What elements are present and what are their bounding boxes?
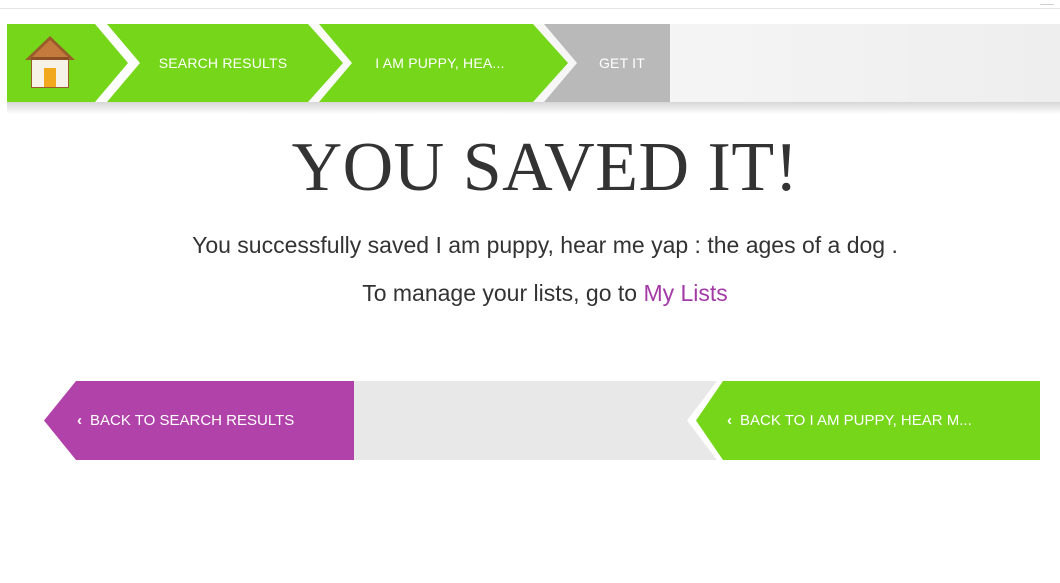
top-divider bbox=[0, 8, 1060, 9]
chevron-left-icon: ‹ bbox=[77, 412, 82, 429]
breadcrumb-shadow bbox=[7, 102, 1060, 114]
saved-message: You successfully saved I am puppy, hear … bbox=[192, 232, 898, 258]
back-to-item-label-wrap: ‹ BACK TO I AM PUPPY, HEAR M... bbox=[727, 381, 972, 460]
back-to-search-label: BACK TO SEARCH RESULTS bbox=[90, 412, 295, 429]
back-to-search-label-wrap: ‹ BACK TO SEARCH RESULTS bbox=[77, 381, 294, 460]
nav-strip bbox=[350, 381, 720, 460]
home-link[interactable] bbox=[7, 24, 107, 102]
manage-lists-text: To manage your lists, go to bbox=[362, 280, 644, 306]
scrollbar-mark bbox=[1040, 4, 1054, 5]
breadcrumb: SEARCH RESULTS I AM PUPPY, HEA... GET IT bbox=[7, 24, 687, 102]
crumb-item-title[interactable]: I AM PUPPY, HEA... bbox=[355, 24, 525, 102]
crumb-search-results[interactable]: SEARCH RESULTS bbox=[143, 24, 303, 102]
crumb-get-it: GET IT bbox=[598, 55, 646, 71]
chevron-left-icon: ‹ bbox=[727, 412, 732, 429]
manage-lists-message: To manage your lists, go to My Lists bbox=[0, 280, 1060, 307]
page-title: YOU SAVED IT! bbox=[291, 129, 799, 206]
back-to-item-label: BACK TO I AM PUPPY, HEAR M... bbox=[740, 412, 972, 429]
back-to-search-button[interactable]: ‹ BACK TO SEARCH RESULTS bbox=[44, 381, 354, 460]
my-lists-link[interactable]: My Lists bbox=[643, 280, 727, 306]
back-to-item-button[interactable]: ‹ BACK TO I AM PUPPY, HEAR M... bbox=[687, 381, 1040, 460]
